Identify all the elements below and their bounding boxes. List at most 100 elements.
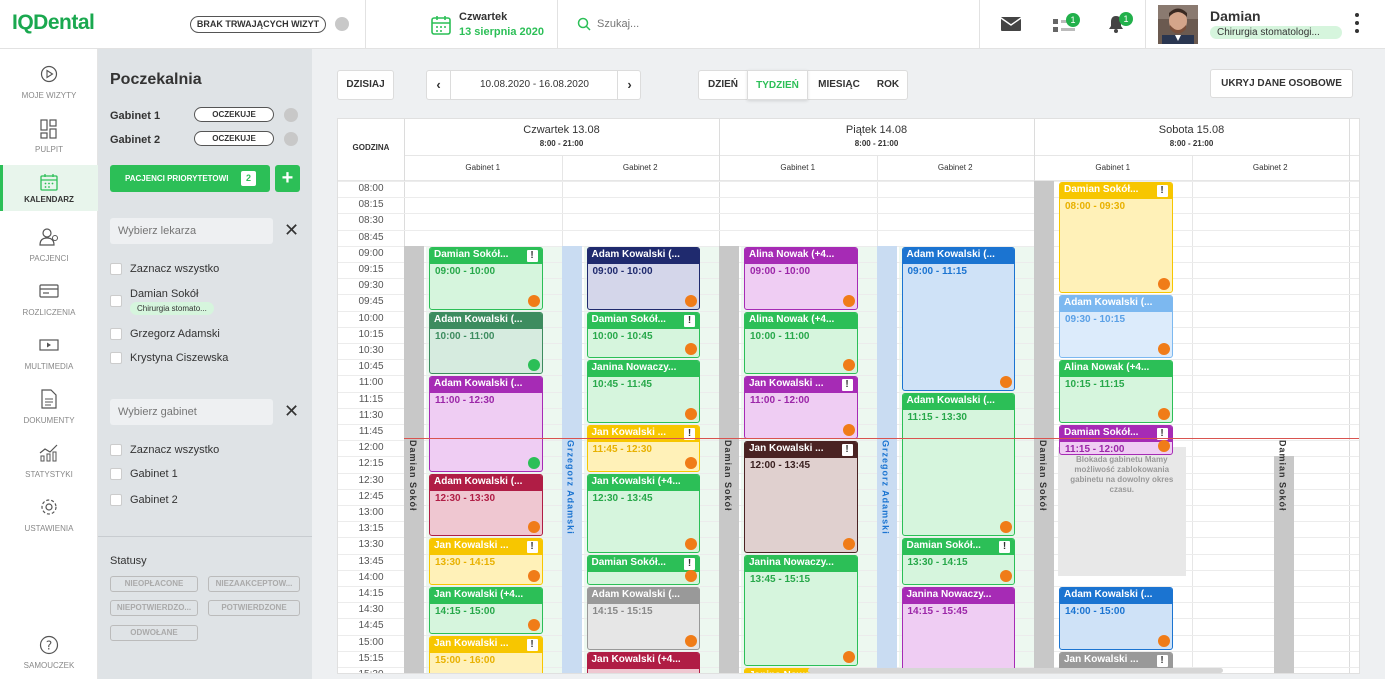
appointment-card[interactable]: Alina Nowak (+4... 09:00 - 10:00 [744, 246, 858, 310]
doctor-shift-label: Damian Sokół [723, 440, 733, 512]
appointment-patient: Jan Kowalski ... [587, 426, 699, 442]
status-filter-unpaid[interactable]: NIEOPŁACONE [110, 576, 198, 592]
nav-label: MOJE WIZYTY [21, 91, 77, 100]
appointment-patient: Alina Nowak (+4... [1060, 361, 1172, 378]
appointment-card[interactable]: Adam Kowalski (... 14:15 - 15:15 [586, 587, 700, 650]
appointment-card[interactable]: Jan Kowalski (+4... 14:15 - 15:00 [429, 587, 543, 634]
appointment-card[interactable]: Jan Kowalski ... 12:00 - 13:45! [744, 441, 858, 553]
nav-patients[interactable]: PACJENCI [0, 224, 98, 272]
appointment-time: 14:15 - 15:15 [592, 606, 653, 617]
priority-patients-button[interactable]: PACJENCI PRIORYTETOWI 2 [110, 165, 270, 192]
appointment-card[interactable]: Damian Sokół... 13:30 - 14:15! [901, 538, 1015, 585]
room-select[interactable] [110, 399, 273, 425]
mail-icon[interactable] [1000, 16, 1022, 32]
appointment-card[interactable]: Alina Nowak (+4... 10:00 - 11:00 [744, 311, 858, 375]
appointment-time: 15:00 - 16:00 [435, 654, 496, 666]
appointment-card[interactable]: Jan Kowalski ...15:00 - 16:00! [429, 635, 543, 673]
appointment-card[interactable]: Adam Kowalski (... 10:00 - 11:00 [429, 311, 543, 375]
appointment-card[interactable]: Adam Kowalski (... 14:00 - 15:00 [1059, 587, 1173, 650]
appointment-card[interactable]: Janina Nowaczy... 13:45 - 15:15 [744, 554, 858, 666]
appointment-card[interactable]: Adam Kowalski (... 11:00 - 12:30 [429, 376, 543, 472]
doctor-select[interactable] [110, 218, 273, 244]
nav-documents[interactable]: DOKUMENTY [0, 386, 98, 434]
nav-statistics[interactable]: STATYSTYKI [0, 440, 98, 488]
appointment-time: 13:30 - 14:15 [435, 557, 496, 569]
appointment-card[interactable]: Adam Kowalski (... 12:30 - 13:30 [429, 473, 543, 537]
status-filter-confirmed[interactable]: POTWIERDZONE [208, 600, 300, 616]
select-all-doctors-checkbox[interactable] [110, 263, 122, 275]
nav-my-visits[interactable]: MOJE WIZYTY [0, 61, 98, 109]
status-filter-unaccepted[interactable]: NIEZAAKCEPTOW... [208, 576, 300, 592]
view-year-button[interactable]: ROK [869, 71, 907, 99]
time-label: 11:15 [358, 393, 384, 405]
nav-calendar[interactable]: KALENDARZ [0, 165, 98, 211]
appointment-card[interactable]: Damian Sokół... 09:00 - 10:00! [429, 246, 543, 310]
view-month-button[interactable]: MIESIĄC [811, 71, 867, 99]
divider [979, 0, 980, 48]
user-avatar[interactable] [1158, 5, 1198, 44]
appointment-card[interactable]: Adam Kowalski (... 09:30 - 10:15 [1059, 295, 1173, 359]
appointment-card[interactable]: Jan Kowalski (+4... 12:30 - 13:45 [586, 473, 700, 553]
select-all-rooms-checkbox[interactable] [110, 444, 122, 456]
today-button[interactable]: DZISIAJ [337, 70, 394, 100]
calendar-icon [40, 174, 58, 191]
horizontal-scrollbar[interactable] [808, 668, 1223, 673]
day-header[interactable]: Sobota 15.08 [1034, 124, 1349, 136]
room-checkbox[interactable] [110, 494, 122, 506]
view-week-button[interactable]: TYDZIEŃ [747, 70, 808, 100]
doctor-checkbox[interactable] [110, 295, 122, 307]
day-header[interactable]: Piątek 14.08 [719, 124, 1034, 136]
room-status-badge[interactable]: OCZEKUJE [194, 107, 274, 122]
appointment-patient: Janina Nowaczy... [587, 361, 699, 378]
appointment-patient: Damian Sokół... [902, 539, 1014, 556]
time-label: 13:30 [358, 539, 384, 551]
appointment-card[interactable]: Jan Kowalski ... 11:00 - 12:00! [744, 376, 858, 440]
statistics-icon [39, 444, 58, 462]
appointment-card[interactable]: Adam Kowalski (... 09:00 - 11:15 [901, 246, 1015, 391]
nav-label: MULTIMEDIA [24, 362, 74, 371]
appointment-card[interactable]: Janina Nowaczy... 10:45 - 11:45 [586, 360, 700, 423]
appointment-card[interactable]: Damian Sokół...! [586, 554, 700, 585]
doctor-checkbox[interactable] [110, 352, 122, 364]
appointment-patient: Adam Kowalski (... [1060, 296, 1172, 313]
appointment-patient: Adam Kowalski (... [430, 474, 542, 491]
appointment-time: 10:00 - 11:00 [435, 330, 495, 342]
clear-room-icon[interactable]: ✕ [284, 401, 299, 422]
room-checkbox[interactable] [110, 468, 122, 480]
phone-icon [842, 650, 855, 663]
app-logo[interactable]: IQDental [12, 11, 95, 35]
room-status-badge[interactable]: OCZEKUJE [194, 131, 274, 146]
more-menu-icon[interactable] [1355, 13, 1359, 35]
appointment-card[interactable]: Damian Sokół... 10:00 - 10:45! [586, 311, 700, 359]
nav-tutorial[interactable]: ? SAMOUCZEK [0, 631, 98, 679]
status-filter-cancelled[interactable]: ODWOŁANE [110, 625, 198, 641]
phone-icon [685, 294, 697, 307]
doctor-checkbox[interactable] [110, 328, 122, 340]
search-input[interactable] [597, 15, 957, 33]
view-day-button[interactable]: DZIEŃ [699, 71, 747, 99]
nav-settings[interactable]: USTAWIENIA [0, 494, 98, 542]
user-name[interactable]: Damian [1210, 8, 1261, 24]
appointment-card[interactable]: Adam Kowalski (... 09:00 - 10:00 [586, 246, 700, 310]
status-filter-unconfirmed[interactable]: NIEPOTWIERDZO... [110, 600, 198, 616]
appointment-card[interactable]: Damian Sokół... 11:15 - 12:00! [1059, 425, 1173, 456]
appointment-card[interactable]: Jan Kowalski (+4... [586, 651, 700, 673]
nav-billing[interactable]: ROZLICZENIA [0, 278, 98, 326]
appointment-card[interactable]: Alina Nowak (+4... 10:15 - 11:15 [1059, 360, 1173, 423]
appointment-time: 12:30 - 13:30 [435, 492, 496, 504]
appointment-card[interactable]: Jan Kowalski ... 13:30 - 14:15! [429, 538, 543, 585]
add-priority-button[interactable]: + [275, 165, 300, 192]
day-header[interactable]: Czwartek 13.08 [404, 124, 719, 136]
hide-personal-data-button[interactable]: UKRYJ DANE OSOBOWE [1210, 69, 1353, 98]
visit-status-button[interactable]: BRAK TRWAJĄCYCH WIZYT [190, 16, 326, 33]
statuses-title: Statusy [110, 555, 147, 567]
appointment-card[interactable]: Janina Nowaczy... 14:15 - 15:45 [901, 587, 1015, 673]
prev-week-button[interactable]: ‹ [427, 71, 451, 99]
clear-doctor-icon[interactable]: ✕ [284, 220, 299, 241]
appointment-card[interactable]: Jan Kowalski ... 11:45 - 12:30! [586, 425, 700, 472]
next-week-button[interactable]: › [617, 71, 641, 99]
appointment-card[interactable]: Damian Sokół... 08:00 - 09:30! [1059, 182, 1173, 294]
nav-dashboard[interactable]: PULPIT [0, 115, 98, 163]
nav-multimedia[interactable]: MULTIMEDIA [0, 332, 98, 380]
appointment-card[interactable]: Adam Kowalski (... 11:15 - 13:30 [901, 392, 1015, 537]
